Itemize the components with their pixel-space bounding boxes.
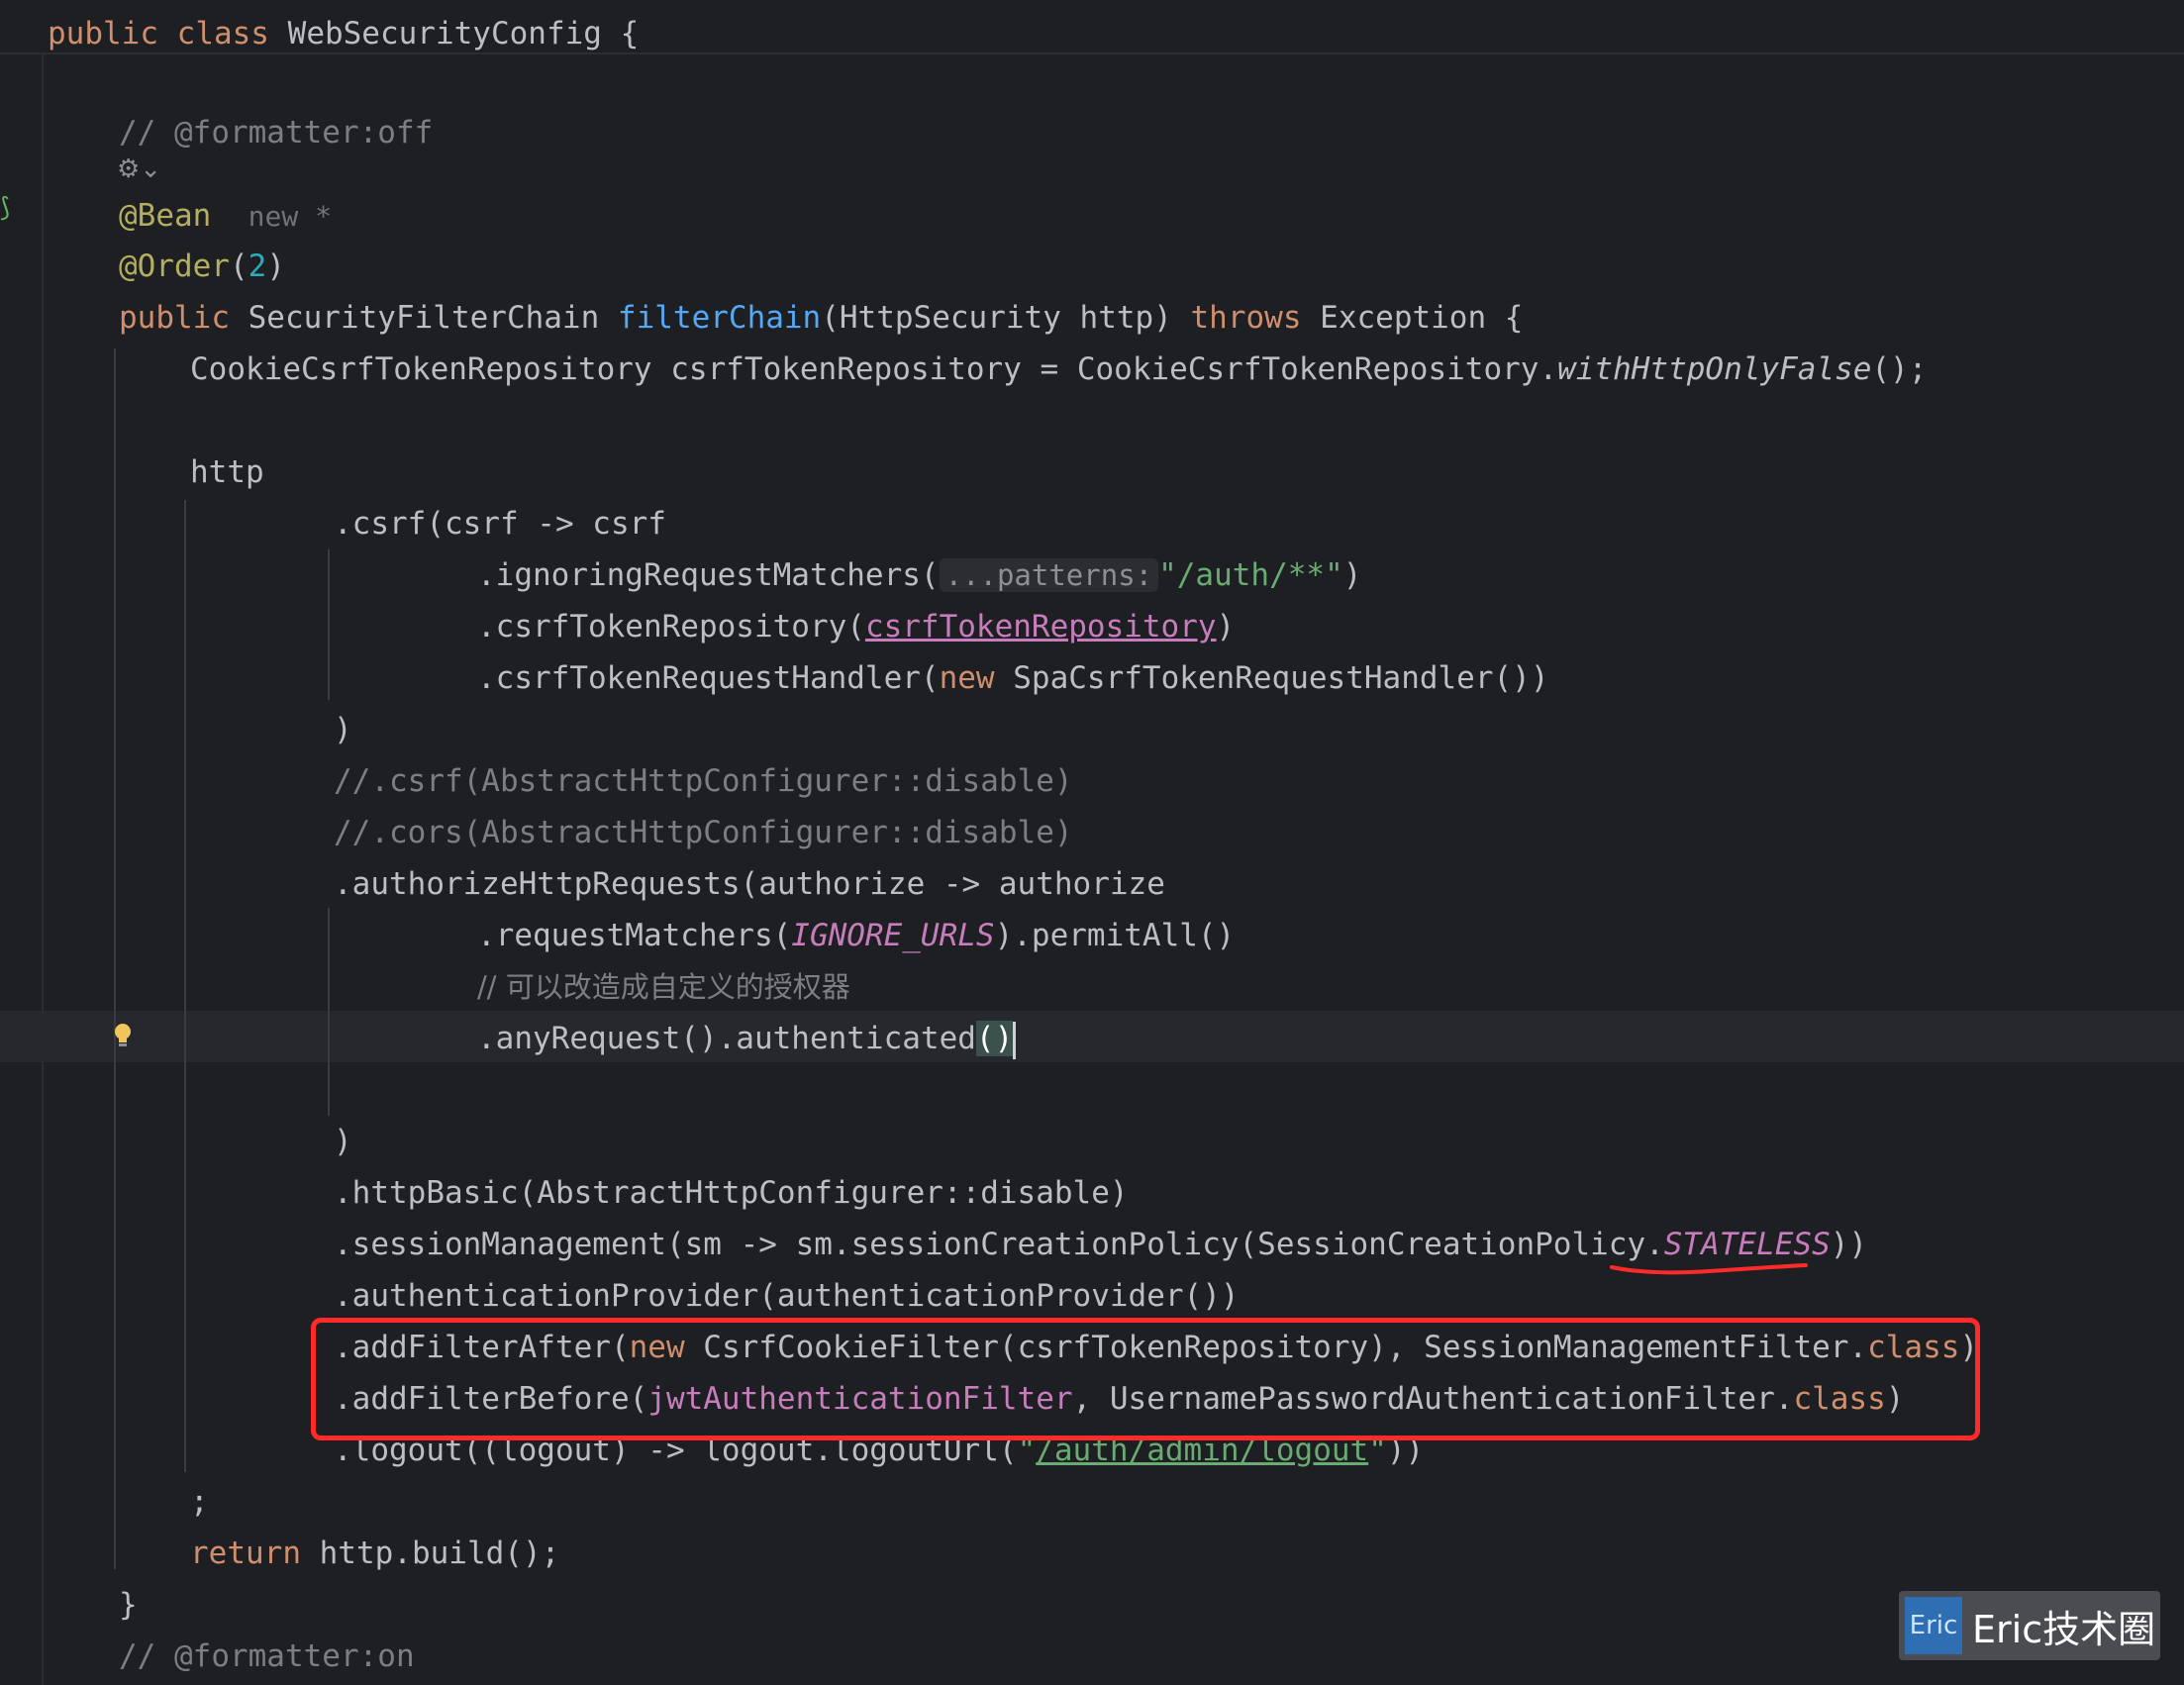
close-brace: } bbox=[119, 1587, 138, 1623]
code-line[interactable]: //.cors(AbstractHttpConfigurer::disable) bbox=[334, 807, 1073, 858]
exception-type: Exception { bbox=[1301, 300, 1524, 336]
comment: // @formatter:on bbox=[119, 1638, 415, 1674]
handler-call: .csrfTokenRequestHandler( bbox=[477, 660, 940, 696]
code-line[interactable]: ) bbox=[334, 1116, 352, 1167]
auth-provider-call: .authenticationProvider(authenticationPr… bbox=[334, 1278, 1240, 1314]
string-literal: "/auth/**" bbox=[1158, 557, 1343, 593]
code-line[interactable]: @Order(2) bbox=[119, 241, 285, 292]
token-repo-call: .csrfTokenRepository( bbox=[477, 609, 865, 644]
code-line[interactable]: http bbox=[190, 446, 264, 498]
keyword-class: class bbox=[176, 16, 269, 51]
keyword-public: public bbox=[48, 16, 158, 51]
indent-guide bbox=[184, 500, 186, 1472]
code-line[interactable]: // 可以改造成自定义的授权器 bbox=[477, 961, 850, 1013]
text-caret bbox=[1013, 1021, 1017, 1059]
number-literal: 2 bbox=[248, 248, 267, 284]
paren: ) bbox=[334, 1124, 352, 1159]
matched-parens: () bbox=[975, 1021, 1014, 1056]
annotation-bean: @Bean bbox=[119, 198, 212, 234]
session-management-call: .sessionManagement(sm -> sm.sessionCreat… bbox=[334, 1227, 1664, 1262]
semicolon: ; bbox=[190, 1484, 209, 1520]
code-line[interactable]: .requestMatchers(IGNORE_URLS).permitAll(… bbox=[477, 910, 1235, 961]
comment: // 可以改造成自定义的授权器 bbox=[477, 970, 850, 1004]
return-type: SecurityFilterChain bbox=[229, 300, 618, 336]
open-brace: { bbox=[620, 16, 640, 51]
red-underline-annotation bbox=[1610, 1263, 1808, 1275]
keyword-return: return bbox=[190, 1536, 301, 1571]
code-line[interactable]: // @formatter:off bbox=[119, 107, 433, 158]
variable-reference[interactable]: csrfTokenRepository bbox=[865, 609, 1217, 644]
any-request-call: .anyRequest().authenticated bbox=[477, 1021, 976, 1056]
statement-end: (); bbox=[1871, 351, 1928, 387]
method-name: filterChain bbox=[617, 300, 822, 336]
comment: //.csrf(AbstractHttpConfigurer::disable) bbox=[334, 763, 1073, 799]
constant-field[interactable]: IGNORE_URLS bbox=[791, 918, 994, 953]
indent-guide bbox=[328, 908, 330, 1116]
spring-bean-gutter-icon[interactable]: ⚙⌄ bbox=[117, 154, 161, 184]
paren: )) bbox=[1830, 1227, 1868, 1262]
paren: ) bbox=[266, 248, 285, 284]
repo-declaration: CookieCsrfTokenRepository csrfTokenRepos… bbox=[190, 351, 1558, 387]
class-declaration[interactable]: public class WebSecurityConfig { bbox=[48, 8, 639, 59]
comment: // @formatter:off bbox=[119, 115, 434, 150]
comment: //.cors(AbstractHttpConfigurer::disable) bbox=[334, 815, 1073, 850]
parameter-hint: ...patterns: bbox=[939, 558, 1159, 592]
keyword-throws: throws bbox=[1190, 300, 1302, 336]
method-params: (HttpSecurity http) bbox=[821, 300, 1191, 336]
paren: ( bbox=[229, 248, 248, 284]
gutter-separator bbox=[42, 54, 44, 1685]
indent-guide bbox=[114, 348, 116, 1569]
csrf-call: .csrf(csrf -> csrf bbox=[334, 506, 666, 542]
watermark-text: Eric技术圈 bbox=[1972, 1607, 2156, 1651]
code-line[interactable]: .authenticationProvider(authenticationPr… bbox=[334, 1270, 1240, 1322]
usage-hint[interactable]: new * bbox=[248, 200, 332, 233]
code-line[interactable]: .authorizeHttpRequests(authorize -> auth… bbox=[334, 858, 1165, 910]
keyword-public: public bbox=[119, 300, 230, 336]
code-line[interactable]: @Bean new * bbox=[119, 190, 332, 242]
watermark-logo: Eric bbox=[1905, 1597, 1962, 1654]
paren: ) bbox=[1216, 609, 1236, 644]
indent-guide bbox=[328, 549, 330, 700]
code-line[interactable]: .csrfTokenRequestHandler(new SpaCsrfToke… bbox=[477, 652, 1549, 704]
ignoring-call: .ignoringRequestMatchers( bbox=[477, 557, 940, 593]
watermark: Eric Eric技术圈 bbox=[1899, 1591, 2160, 1660]
code-line-current[interactable]: .anyRequest().authenticated() bbox=[477, 1013, 1017, 1064]
code-line[interactable]: CookieCsrfTokenRepository csrfTokenRepos… bbox=[190, 344, 1927, 395]
code-line[interactable]: //.csrf(AbstractHttpConfigurer::disable) bbox=[334, 755, 1073, 807]
code-line[interactable]: .csrfTokenRepository(csrfTokenRepository… bbox=[477, 601, 1235, 652]
code-line[interactable]: .csrf(csrf -> csrf bbox=[334, 498, 666, 549]
paren: ) bbox=[1342, 557, 1362, 593]
static-method: withHttpOnlyFalse bbox=[1557, 351, 1872, 387]
return-expression: http.build(); bbox=[300, 1536, 560, 1571]
code-line[interactable]: } bbox=[119, 1579, 138, 1631]
keyword-new: new bbox=[939, 660, 995, 696]
permit-all-call: ).permitAll() bbox=[994, 918, 1236, 953]
paren: ) bbox=[334, 712, 352, 747]
class-name: WebSecurityConfig bbox=[287, 16, 602, 51]
authorize-call: .authorizeHttpRequests(authorize -> auth… bbox=[334, 866, 1165, 902]
http-variable: http bbox=[190, 454, 264, 490]
code-line[interactable]: .httpBasic(AbstractHttpConfigurer::disab… bbox=[334, 1167, 1129, 1219]
http-basic-call: .httpBasic(AbstractHttpConfigurer::disab… bbox=[334, 1175, 1129, 1211]
code-line[interactable]: ) bbox=[334, 704, 352, 755]
handler-class: SpaCsrfTokenRequestHandler()) bbox=[994, 660, 1549, 696]
code-line[interactable]: return http.build(); bbox=[190, 1528, 559, 1579]
code-line[interactable]: public SecurityFilterChain filterChain(H… bbox=[119, 292, 1523, 344]
code-line[interactable]: ; bbox=[190, 1476, 209, 1528]
request-matchers-call: .requestMatchers( bbox=[477, 918, 792, 953]
highlight-box-annotation bbox=[311, 1318, 1980, 1440]
code-line[interactable]: // @formatter:on bbox=[119, 1631, 415, 1682]
annotation-order: @Order bbox=[119, 248, 230, 284]
sticky-class-header: public class WebSecurityConfig { bbox=[0, 0, 2184, 54]
code-line[interactable]: .ignoringRequestMatchers(...patterns: "/a… bbox=[477, 549, 1361, 601]
bean-navigation-icon[interactable]: ⟆ bbox=[0, 193, 10, 223]
lightbulb-icon[interactable] bbox=[113, 1022, 133, 1049]
